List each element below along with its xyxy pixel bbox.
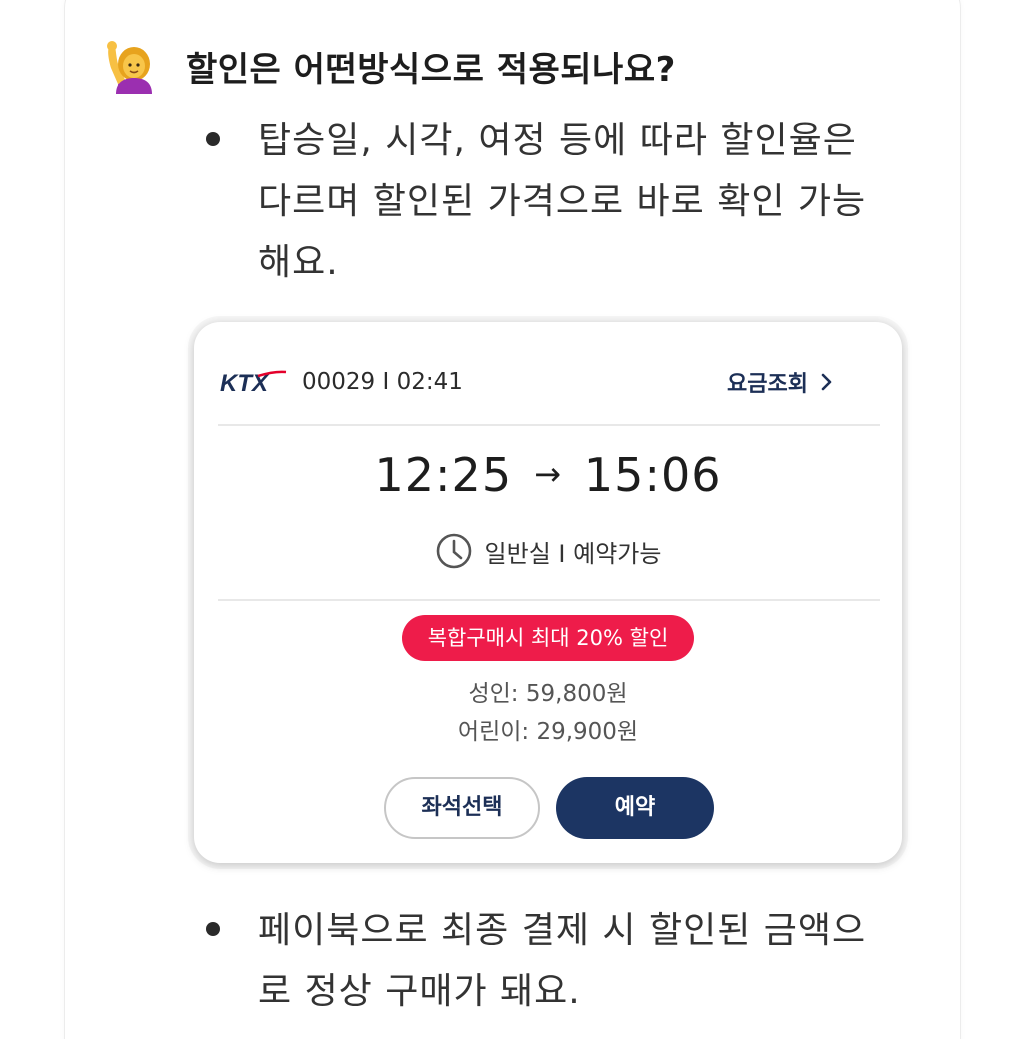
- bullet-dot: [206, 132, 220, 146]
- faq-bullet-text: 탑승일, 시각, 여정 등에 따라 할인율은 다르며 할인된 가격으로 바로 확…: [258, 120, 867, 283]
- departure-time: 12:25: [374, 448, 513, 502]
- bullet-dot: [206, 922, 220, 936]
- book-button[interactable]: 예약: [556, 777, 714, 839]
- ktx-ticket-card: KTX 00029 I 02:41 요금조회 12:25 → 15:06 일반실 I…: [194, 322, 902, 863]
- chevron-right-icon: [821, 373, 832, 391]
- adult-price: 성인: 59,800원: [468, 681, 628, 707]
- page: 할인은 어떤방식으로 적용되나요? 탑승일, 시각, 여정 등에 따라 할인율은…: [0, 0, 1024, 1039]
- faq-bullet-text: 페이북으로 최종 결제 시 할인된 금액으로 정상 구매가 돼요.: [258, 910, 867, 1012]
- fare-inquiry-link[interactable]: 요금조회: [727, 366, 834, 398]
- seat-class-row: 일반실 I 예약가능: [194, 532, 902, 570]
- arrival-time: 15:06: [583, 448, 722, 502]
- divider: [218, 599, 880, 601]
- schedule-times: 12:25 → 15:06: [194, 448, 902, 502]
- child-price: 어린이: 29,900원: [457, 719, 639, 745]
- fare-inquiry-label: 요금조회: [727, 372, 808, 397]
- divider: [218, 424, 880, 426]
- faq-bullet: 탑승일, 시각, 여정 등에 따라 할인율은 다르며 할인된 가격으로 바로 확…: [206, 110, 906, 293]
- faq-question: 할인은 어떤방식으로 적용되나요?: [104, 38, 676, 94]
- faq-question-text: 할인은 어떤방식으로 적용되나요?: [186, 49, 676, 90]
- ticket-header: KTX 00029 I 02:41 요금조회: [218, 362, 834, 402]
- seat-select-button[interactable]: 좌석선택: [384, 777, 540, 839]
- clock-icon: [436, 533, 471, 569]
- arrow-right-icon: →: [534, 455, 562, 493]
- discount-badge: 복합구매시 최대 20% 할인: [402, 615, 694, 661]
- ktx-logo: KTX: [220, 370, 287, 397]
- faq-bullet: 페이북으로 최종 결제 시 할인된 금액으로 정상 구매가 돼요.: [206, 900, 906, 1022]
- seat-class-status: 일반실 I 예약가능: [484, 539, 662, 568]
- train-info: 00029 I 02:41: [302, 369, 463, 395]
- person-raising-hand-icon: [107, 41, 152, 94]
